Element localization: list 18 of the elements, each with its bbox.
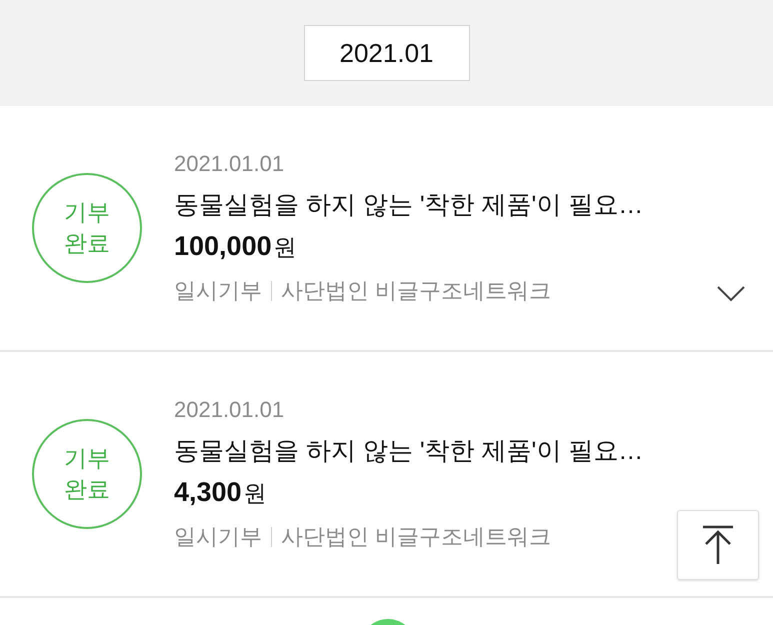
currency-unit: 원 (274, 232, 297, 262)
organization-name: 사단법인 비글구조네트워크 (281, 277, 552, 306)
donation-date: 2021.01.01 (174, 150, 286, 178)
status-badge: 기부 완료 (32, 419, 142, 529)
donation-type: 일시기부 (174, 277, 262, 306)
organization-name: 사단법인 비글구조네트워크 (281, 523, 552, 552)
month-label[interactable]: 2021.01 (304, 25, 470, 81)
donation-amount: 4,300 (174, 476, 242, 509)
arrow-up-icon (701, 525, 735, 565)
donation-title: 동물실험을 하지 않는 '착한 제품'이 필요… (174, 436, 644, 467)
donation-date: 2021.01.01 (174, 396, 286, 424)
scroll-to-top-button[interactable] (677, 510, 759, 580)
donation-type: 일시기부 (174, 523, 262, 552)
chevron-down-icon[interactable] (717, 286, 745, 302)
donation-amount: 100,000 (174, 230, 272, 263)
status-badge: 기부 완료 (32, 173, 142, 283)
donation-title: 동물실험을 하지 않는 '착한 제품'이 필요… (174, 190, 644, 221)
currency-unit: 원 (244, 478, 267, 508)
